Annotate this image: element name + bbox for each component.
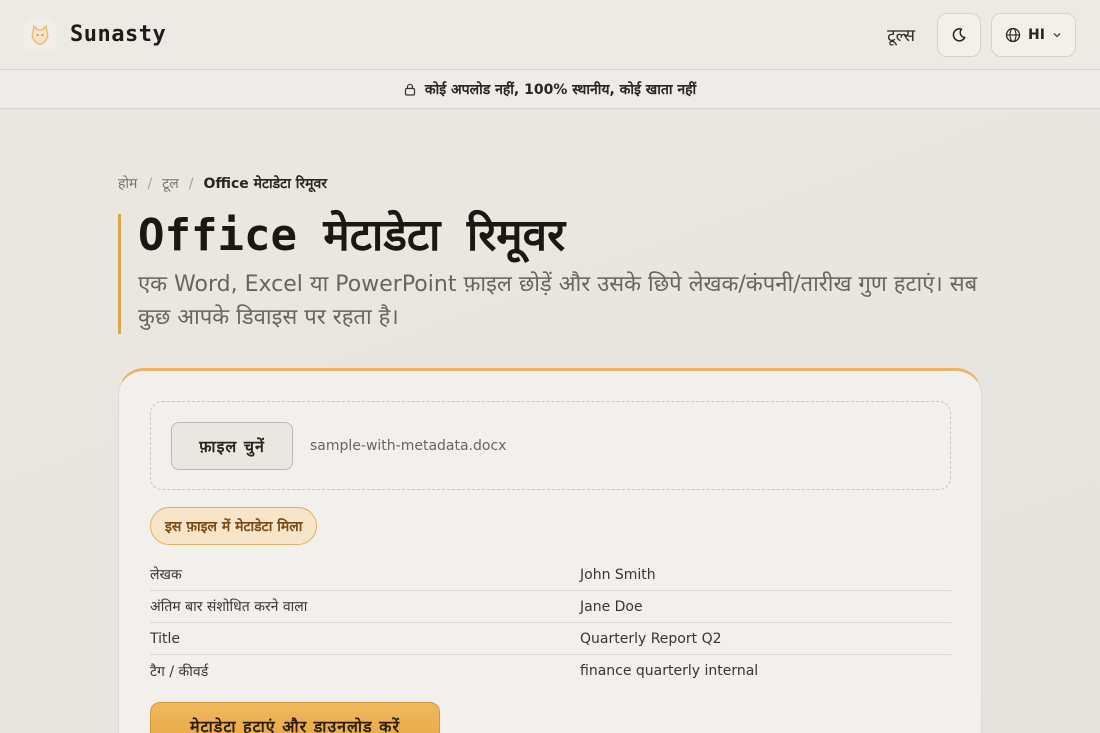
language-code: HI — [1028, 26, 1045, 43]
brand[interactable]: Sunasty — [24, 18, 167, 51]
breadcrumb-current: Office मेटाडेटा रिमूवर — [203, 176, 327, 192]
breadcrumb: होम / टूल / Office मेटाडेटा रिमूवर — [118, 174, 327, 193]
breadcrumb-home[interactable]: होम — [118, 174, 137, 193]
table-row: अंतिम बार संशोधित करने वाला Jane Doe — [150, 591, 951, 623]
metadata-key: लेखक — [150, 567, 182, 583]
tools-link[interactable]: टूल्स — [887, 23, 915, 46]
page-title: Office मेटाडेटा रिमूवर — [138, 210, 566, 261]
brand-name: Sunasty — [70, 22, 167, 47]
privacy-notice-bar: कोई अपलोड नहीं, 100% स्थानीय, कोई खाता न… — [0, 69, 1100, 109]
metadata-value: John Smith — [580, 566, 656, 583]
page-subtitle: एक Word, Excel या PowerPoint फ़ाइल छोड़े… — [138, 272, 978, 330]
table-row: Title Quarterly Report Q2 — [150, 623, 951, 655]
table-row: टैग / कीवर्ड finance quarterly internal — [150, 655, 951, 687]
privacy-notice-text: कोई अपलोड नहीं, 100% स्थानीय, कोई खाता न… — [424, 81, 697, 98]
tool-card: फ़ाइल चुनें sample-with-metadata.docx इस… — [118, 368, 982, 733]
metadata-key: अंतिम बार संशोधित करने वाला — [150, 599, 308, 615]
header-actions: टूल्स HI — [887, 12, 1076, 57]
remove-and-download-button[interactable]: मेटाडेटा हटाएं और डाउनलोड करें — [150, 702, 440, 733]
metadata-value: finance quarterly internal — [580, 663, 759, 679]
table-row: लेखक John Smith — [150, 559, 951, 591]
chevron-down-icon — [1053, 32, 1061, 37]
lock-icon — [404, 83, 415, 96]
theme-toggle-button[interactable] — [937, 12, 981, 57]
choose-file-button[interactable]: फ़ाइल चुनें — [171, 421, 293, 470]
selected-file-name: sample-with-metadata.docx — [310, 437, 507, 454]
file-dropzone[interactable]: फ़ाइल चुनें sample-with-metadata.docx — [150, 401, 951, 490]
top-navigation-bar: Sunasty टूल्स HI — [0, 0, 1100, 69]
metadata-key: टैग / कीवर्ड — [150, 663, 209, 680]
cat-logo-icon — [24, 18, 56, 51]
metadata-found-badge: इस फ़ाइल में मेटाडेटा मिला — [150, 507, 318, 545]
metadata-value: Quarterly Report Q2 — [580, 630, 722, 647]
breadcrumb-separator: / — [147, 175, 153, 192]
breadcrumb-tools[interactable]: टूल — [162, 174, 179, 193]
moon-icon — [952, 27, 966, 42]
metadata-table: लेखक John Smith अंतिम बार संशोधित करने व… — [150, 559, 951, 687]
page-header: Office मेटाडेटा रिमूवर एक Word, Excel या… — [118, 214, 998, 334]
metadata-value: Jane Doe — [580, 598, 643, 615]
breadcrumb-separator: / — [188, 175, 194, 192]
metadata-key: Title — [150, 630, 181, 647]
language-selector[interactable]: HI — [991, 12, 1076, 57]
globe-icon — [1005, 27, 1021, 42]
